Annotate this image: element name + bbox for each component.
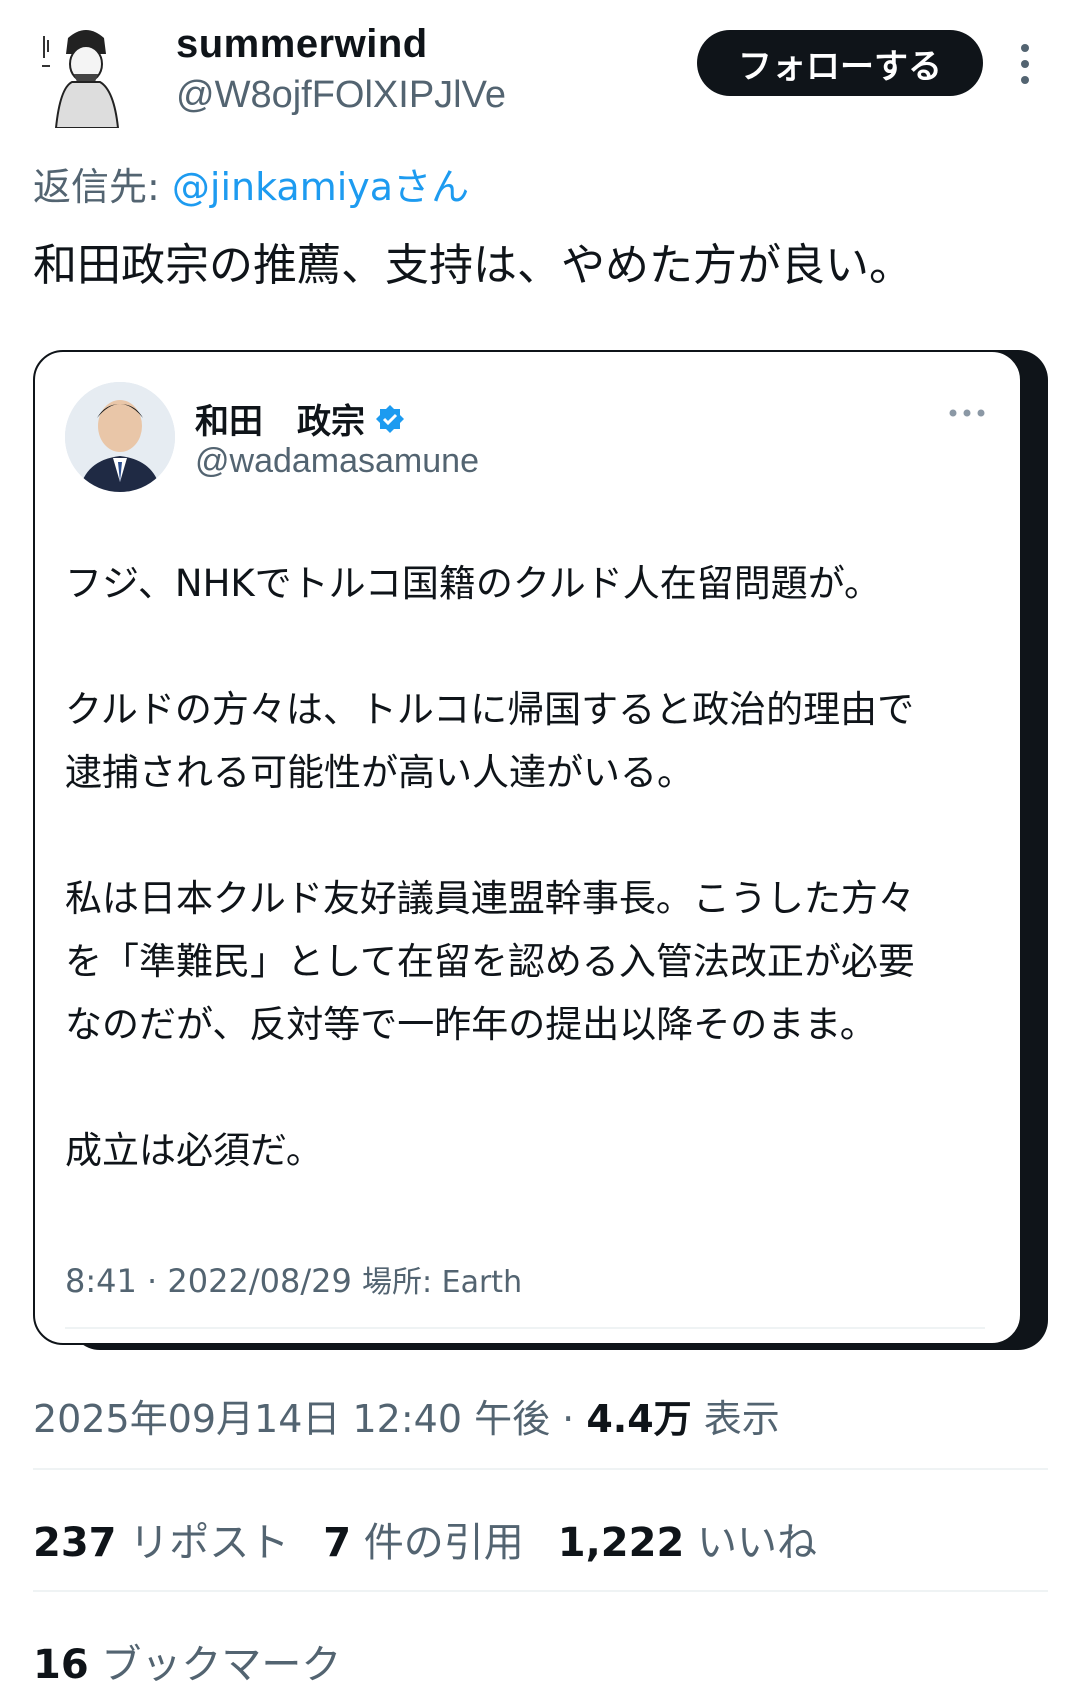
quotes-count: 7 — [323, 1520, 352, 1566]
author-display-name[interactable]: summerwind — [176, 22, 428, 67]
more-options-icon[interactable] — [1010, 42, 1040, 86]
verified-badge-icon — [376, 404, 404, 433]
quoted-author-avatar[interactable] — [65, 382, 175, 492]
bookmarks-stat[interactable]: 16 ブックマーク — [33, 1632, 341, 1690]
quoted-tweet-location: 場所: Earth — [361, 1265, 523, 1300]
quoted-author-name[interactable]: 和田 政宗 — [195, 394, 365, 443]
bookmarks-count: 16 — [33, 1642, 89, 1688]
quoted-tweet-time[interactable]: 8:41 · 2022/08/29 — [65, 1262, 362, 1300]
post-meta: 2025年09月14日 12:40 午後 · 4.4万 表示 — [33, 1388, 780, 1443]
reply-to-line: 返信先: @jinkamiyaさん — [33, 156, 469, 211]
divider — [33, 1590, 1048, 1592]
follow-button[interactable]: フォローする — [697, 30, 983, 96]
reply-to-mention-link[interactable]: @jinkamiyaさん — [172, 165, 469, 209]
profile-avatar[interactable] — [38, 18, 134, 128]
quoted-tweet-card[interactable]: 和田 政宗 @wadamasamune フジ、NHKでトルコ国籍のクルド人在留問… — [33, 350, 1022, 1345]
quoted-tweet-meta: 8:41 · 2022/08/29 場所: Earth — [65, 1257, 522, 1301]
reply-to-prefix: 返信先: — [33, 165, 172, 209]
tweet-text: 和田政宗の推薦、支持は、やめた方が良い。 — [33, 240, 913, 291]
reposts-count: 237 — [33, 1520, 117, 1566]
quoted-tweet-body: フジ、NHKでトルコ国籍のクルド人在留問題が。 クルドの方々は、トルコに帰国する… — [65, 562, 915, 1172]
post-datetime[interactable]: 2025年09月14日 12:40 午後 · — [33, 1397, 586, 1441]
reposts-stat[interactable]: 237 リポスト — [33, 1510, 289, 1568]
author-handle[interactable]: @W8ojfFOlXIPJlVe — [176, 74, 506, 117]
divider — [33, 1468, 1048, 1470]
engagement-stats: 237 リポスト 7 件の引用 1,222 いいね — [33, 1510, 817, 1568]
bookmarks-label: ブックマーク — [88, 1642, 342, 1688]
views-count: 4.4万 — [586, 1397, 692, 1441]
quotes-stat[interactable]: 7 件の引用 — [323, 1510, 524, 1568]
likes-count: 1,222 — [557, 1520, 685, 1566]
quoted-divider — [65, 1327, 985, 1329]
reposts-label: リポスト — [116, 1520, 290, 1566]
likes-label: いいね — [684, 1520, 818, 1566]
tweet-detail-page: summerwind @W8ojfFOlXIPJlVe フォローする 返信先: … — [0, 0, 1080, 1705]
quoted-author-handle[interactable]: @wadamasamune — [195, 442, 479, 481]
quoted-author-name-row[interactable]: 和田 政宗 — [195, 394, 405, 443]
views-label: 表示 — [691, 1397, 780, 1441]
quotes-label: 件の引用 — [351, 1520, 524, 1566]
quoted-more-icon[interactable] — [947, 408, 987, 418]
likes-stat[interactable]: 1,222 いいね — [558, 1510, 817, 1568]
